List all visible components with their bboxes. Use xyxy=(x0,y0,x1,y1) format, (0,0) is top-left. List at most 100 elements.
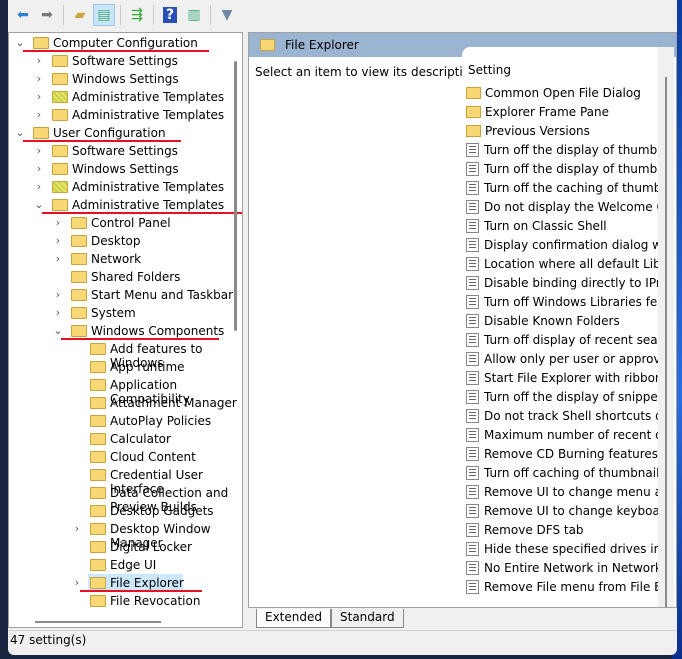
setting-list-item[interactable]: Turn off the caching of thumbna xyxy=(466,178,658,197)
setting-list-item[interactable]: Remove UI to change keyboard n xyxy=(466,501,658,520)
folder-list-item[interactable]: Common Open File Dialog xyxy=(466,83,641,102)
setting-list-item[interactable]: Remove File menu from File Exp xyxy=(466,577,658,596)
policy-setting-icon xyxy=(466,295,479,309)
chevron-down-icon[interactable]: ⌄ xyxy=(14,126,26,139)
tree-item-label: Administrative Templates xyxy=(72,108,224,122)
setting-label: Disable Known Folders xyxy=(484,314,620,328)
setting-label: Maximum number of recent doc xyxy=(484,428,658,442)
chevron-down-icon[interactable]: ⌄ xyxy=(14,36,26,49)
folder-icon xyxy=(52,55,68,67)
tree-item-label: Administrative Templates xyxy=(72,198,224,212)
setting-list-item[interactable]: Remove CD Burning features xyxy=(466,444,658,463)
folder-icon xyxy=(90,505,106,517)
policy-setting-icon xyxy=(466,181,479,195)
tree-item-label: Control Panel xyxy=(91,216,171,230)
setting-list-item[interactable]: Remove UI to change menu anim xyxy=(466,482,658,501)
setting-label: Turn off caching of thumbnail pi xyxy=(484,466,658,480)
chevron-right-icon[interactable]: › xyxy=(33,144,45,157)
admin-templates-folder-icon xyxy=(52,91,68,103)
setting-list-item[interactable]: Disable binding directly to IPrope xyxy=(466,273,658,292)
folder-list-item[interactable]: Previous Versions xyxy=(466,121,590,140)
chevron-right-icon[interactable]: › xyxy=(52,234,64,247)
folder-list-item[interactable]: Explorer Frame Pane xyxy=(466,102,609,121)
policy-setting-icon xyxy=(466,333,479,347)
folder-icon xyxy=(52,163,68,175)
settings-vertical-scrollbar[interactable] xyxy=(658,47,674,607)
forward-icon[interactable]: ➡ xyxy=(36,4,58,26)
policy-setting-icon xyxy=(466,580,479,594)
setting-list-item[interactable]: Maximum number of recent doc xyxy=(466,425,658,444)
setting-list-item[interactable]: Turn off caching of thumbnail pi xyxy=(466,463,658,482)
chevron-right-icon[interactable]: › xyxy=(52,216,64,229)
setting-list-item[interactable]: Turn off the display of snippets in xyxy=(466,387,658,406)
setting-label: Start File Explorer with ribbon mi xyxy=(484,371,658,385)
tab-standard[interactable]: Standard xyxy=(331,609,404,628)
tree-item-label: Start Menu and Taskbar xyxy=(91,288,233,302)
setting-list-item[interactable]: Disable Known Folders xyxy=(466,311,620,330)
setting-list-item[interactable]: Turn off the display of thumbnai xyxy=(466,159,658,178)
export-list-icon[interactable]: ⇶ xyxy=(126,4,148,26)
chevron-right-icon[interactable]: › xyxy=(52,252,64,265)
setting-label: Turn off the display of thumbnai xyxy=(484,162,658,176)
folder-icon xyxy=(90,523,106,535)
tree-pane[interactable]: ⌄Computer Configuration›Software Setting… xyxy=(8,32,243,628)
policy-setting-icon xyxy=(466,523,479,537)
setting-label: Display confirmation dialog whe xyxy=(484,238,658,252)
group-policy-editor-window: ⬅ ➡ ▰ ▤ ⇶ ? ▥ ▼ ⌄Computer Configuration›… xyxy=(8,0,677,655)
up-folder-icon[interactable]: ▰ xyxy=(69,4,91,26)
setting-list-item[interactable]: Turn off the display of thumbnai xyxy=(466,140,658,159)
setting-list-item[interactable]: Hide these specified drives in My xyxy=(466,539,658,558)
folder-icon xyxy=(71,325,87,337)
setting-list-item[interactable]: Allow only per user or approved xyxy=(466,349,658,368)
setting-label: Turn off the caching of thumbna xyxy=(484,181,658,195)
tree-vertical-scrollbar[interactable] xyxy=(234,61,237,331)
filter-icon[interactable]: ▼ xyxy=(216,4,238,26)
folder-icon xyxy=(90,577,106,589)
folder-icon xyxy=(90,541,106,553)
setting-label: Allow only per user or approved xyxy=(484,352,658,366)
setting-list-item[interactable]: No Entire Network in Network Lo xyxy=(466,558,658,577)
tree-item-label: User Configuration xyxy=(53,126,166,140)
chevron-right-icon[interactable]: › xyxy=(33,108,45,121)
help-icon[interactable]: ? xyxy=(159,4,181,26)
policy-setting-icon xyxy=(466,200,479,214)
chevron-down-icon[interactable]: ⌄ xyxy=(52,324,64,337)
chevron-right-icon[interactable]: › xyxy=(71,576,83,589)
setting-column-header[interactable]: Setting xyxy=(468,63,511,77)
tree-item-label: Administrative Templates xyxy=(72,90,224,104)
setting-list-item[interactable]: Do not track Shell shortcuts durin xyxy=(466,406,658,425)
setting-label: Remove UI to change keyboard n xyxy=(484,504,658,518)
setting-list-item[interactable]: Do not display the Welcome Cer xyxy=(466,197,658,216)
chevron-right-icon[interactable]: › xyxy=(33,72,45,85)
show-hide-tree-icon[interactable]: ▤ xyxy=(93,4,115,26)
chevron-right-icon[interactable]: › xyxy=(52,288,64,301)
toolbar-separator xyxy=(120,5,121,25)
chevron-right-icon[interactable]: › xyxy=(33,162,45,175)
folder-icon xyxy=(466,125,481,137)
setting-list-item[interactable]: Start File Explorer with ribbon mi xyxy=(466,368,658,387)
back-icon[interactable]: ⬅ xyxy=(12,4,34,26)
tree-horizontal-scrollbar[interactable] xyxy=(35,621,161,623)
chevron-right-icon[interactable]: › xyxy=(52,306,64,319)
chevron-right-icon[interactable]: › xyxy=(33,54,45,67)
setting-list-item[interactable]: Location where all default Library xyxy=(466,254,658,273)
tab-extended[interactable]: Extended xyxy=(256,609,331,628)
setting-list-item[interactable]: Display confirmation dialog whe xyxy=(466,235,658,254)
settings-list[interactable]: Setting Common Open File DialogExplorer … xyxy=(462,47,658,607)
policy-setting-icon xyxy=(466,371,479,385)
details-pane: File Explorer Select an item to view its… xyxy=(248,32,677,608)
setting-list-item[interactable]: Turn on Classic Shell xyxy=(466,216,607,235)
details-header-title: File Explorer xyxy=(285,38,359,52)
setting-list-item[interactable]: Remove DFS tab xyxy=(466,520,584,539)
show-hide-action-pane-icon[interactable]: ▥ xyxy=(183,4,205,26)
tree-item-label: Digital Locker xyxy=(110,540,192,554)
folder-icon xyxy=(466,87,481,99)
setting-list-item[interactable]: Turn off display of recent search xyxy=(466,330,658,349)
setting-list-item[interactable]: Turn off Windows Libraries featu xyxy=(466,292,658,311)
chevron-right-icon[interactable]: › xyxy=(33,90,45,103)
folder-icon xyxy=(466,106,481,118)
chevron-down-icon[interactable]: ⌄ xyxy=(33,198,45,211)
chevron-right-icon[interactable]: › xyxy=(33,180,45,193)
folder-icon xyxy=(71,289,87,301)
chevron-right-icon[interactable]: › xyxy=(71,522,83,535)
